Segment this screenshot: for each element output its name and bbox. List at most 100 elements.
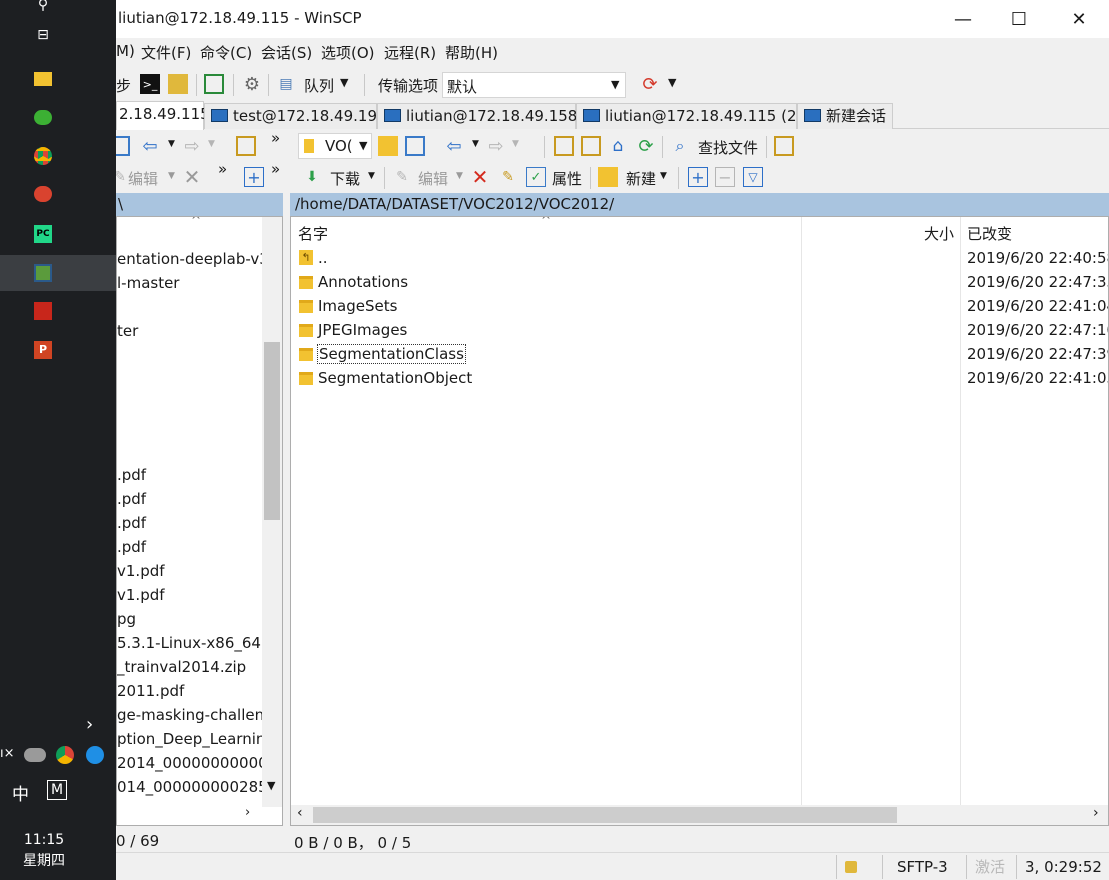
list-item[interactable]: v1.pdf bbox=[117, 583, 165, 607]
gear-icon[interactable]: ⚙ bbox=[242, 74, 262, 95]
local-file-panel[interactable]: ^ entation-deeplab-v3 l-master ter .pdf … bbox=[116, 216, 283, 826]
remote-file-panel[interactable]: 名字 ^ 大小 已改变 ↰ .. 2019/6/20 22:40:58 Anno… bbox=[290, 216, 1109, 826]
forward-icon[interactable]: ⇨ bbox=[486, 136, 506, 157]
select-all-icon[interactable]: + bbox=[688, 167, 708, 187]
transfer-settings-select[interactable]: 默认 ▼ bbox=[442, 72, 626, 98]
chevron-down-icon[interactable]: ▼ bbox=[208, 139, 215, 149]
new-button[interactable]: 新建 bbox=[626, 168, 656, 189]
onedrive-icon[interactable] bbox=[24, 748, 46, 762]
teamviewer-icon[interactable] bbox=[86, 746, 104, 764]
file-explorer-icon[interactable] bbox=[30, 66, 56, 92]
download-icon[interactable]: ⬇ bbox=[302, 167, 322, 187]
putty-icon[interactable] bbox=[168, 74, 188, 94]
left-path-bar[interactable]: \ bbox=[116, 193, 283, 216]
menu-item-truncated[interactable]: M) bbox=[116, 42, 135, 60]
unselect-icon[interactable]: − bbox=[715, 167, 735, 187]
rename-icon[interactable]: ✎ bbox=[498, 167, 518, 187]
ime-mode-indicator[interactable]: M bbox=[47, 780, 67, 800]
remote-dir-select[interactable]: VO( ▼ bbox=[298, 133, 372, 159]
list-item[interactable]: ter bbox=[117, 319, 138, 343]
chevron-down-icon[interactable]: ▼ bbox=[660, 171, 667, 181]
list-item[interactable]: ption_Deep_Learnin bbox=[117, 727, 265, 751]
list-item[interactable]: 5.3.1-Linux-x86_64.s bbox=[117, 631, 274, 655]
horizontal-scrollbar[interactable]: ‹ › bbox=[291, 805, 1108, 825]
task-view-icon[interactable]: ⊟ bbox=[30, 22, 56, 48]
list-item[interactable]: ge-masking-challeng bbox=[117, 703, 274, 727]
menu-item-file[interactable]: 文件(F) bbox=[141, 42, 191, 63]
minimize-button[interactable]: — bbox=[934, 0, 992, 38]
menu-item-help[interactable]: 帮助(H) bbox=[445, 42, 498, 63]
menu-item-remote[interactable]: 远程(R) bbox=[384, 42, 436, 63]
scroll-left-icon[interactable]: ‹ bbox=[297, 805, 303, 821]
parent-dir-icon[interactable] bbox=[554, 136, 574, 156]
list-item[interactable]: .pdf bbox=[117, 511, 146, 535]
properties-button[interactable]: 属性 bbox=[552, 168, 582, 189]
find-files-button[interactable]: 查找文件 bbox=[698, 137, 758, 158]
chevron-down-icon[interactable]: ▼ bbox=[472, 139, 479, 149]
chevron-right-icon[interactable]: › bbox=[86, 714, 93, 735]
search-icon[interactable]: ⚲ bbox=[30, 0, 56, 18]
ime-indicator[interactable]: 中 bbox=[12, 780, 29, 805]
new-folder-icon[interactable] bbox=[598, 167, 618, 187]
left-parent-dir-icon[interactable] bbox=[236, 136, 256, 156]
chevron-down-icon[interactable]: ▼ bbox=[340, 76, 348, 89]
list-item[interactable]: v1.pdf bbox=[117, 559, 165, 583]
list-item[interactable]: entation-deeplab-v3 bbox=[117, 247, 269, 271]
queue-button[interactable]: 队列 bbox=[304, 75, 334, 96]
horizontal-scroll-thumb[interactable] bbox=[313, 807, 897, 823]
protocol-indicator[interactable]: SFTP-3 bbox=[882, 855, 966, 879]
chrome-tray-icon[interactable] bbox=[56, 746, 74, 764]
scroll-right-icon[interactable]: › bbox=[245, 805, 250, 820]
list-item[interactable]: .pdf bbox=[117, 487, 146, 511]
filter-icon[interactable] bbox=[405, 136, 425, 156]
left-edit-button[interactable]: 编辑 bbox=[128, 168, 158, 189]
left-toolbar-overflow-3[interactable]: » bbox=[271, 160, 280, 178]
remote-path-bar[interactable]: /home/DATA/DATASET/VOC2012/VOC2012/ bbox=[290, 193, 1109, 216]
terminal-icon[interactable]: >_ bbox=[140, 74, 160, 94]
title-bar[interactable]: liutian@172.18.49.115 - WinSCP — ☐ ✕ bbox=[116, 0, 1109, 38]
network-icon[interactable]: ı× bbox=[0, 746, 15, 761]
winscp-icon[interactable] bbox=[30, 260, 56, 286]
acrobat-icon[interactable] bbox=[30, 298, 56, 324]
tree-view-icon[interactable] bbox=[774, 136, 794, 156]
tab-session-115[interactable]: 2.18.49.115 bbox=[116, 101, 210, 130]
find-files-icon[interactable]: ⌕ bbox=[670, 136, 690, 156]
left-toolbar-overflow[interactable]: » bbox=[271, 129, 280, 147]
properties-icon[interactable]: ✓ bbox=[526, 167, 546, 187]
list-item[interactable]: .pdf bbox=[117, 535, 146, 559]
edit-icon[interactable]: ✎ bbox=[392, 167, 412, 187]
list-item[interactable]: 014_000000000285.j bbox=[117, 775, 277, 799]
taskbar-clock[interactable]: 11:15 星期四 bbox=[0, 830, 88, 872]
left-forward-icon[interactable]: ⇨ bbox=[182, 136, 202, 157]
chevron-down-icon[interactable]: ▼ bbox=[668, 76, 676, 89]
scroll-right-icon[interactable]: › bbox=[1093, 805, 1099, 821]
refresh-icon[interactable]: ⟳ bbox=[636, 136, 656, 157]
list-item[interactable]: _trainval2014.zip bbox=[117, 655, 246, 679]
menu-item-session[interactable]: 会话(S) bbox=[261, 42, 312, 63]
tab-session-test-19[interactable]: test@172.18.49.19 bbox=[204, 103, 377, 129]
column-header-name[interactable]: 名字 bbox=[298, 217, 328, 247]
download-button[interactable]: 下载 bbox=[330, 168, 360, 189]
chevron-down-icon[interactable]: ▼ bbox=[456, 171, 463, 181]
list-item[interactable]: l-master bbox=[117, 271, 179, 295]
pycharm-icon[interactable]: PC bbox=[30, 221, 56, 247]
maximize-button[interactable]: ☐ bbox=[990, 0, 1048, 38]
menu-item-command[interactable]: 命令(C) bbox=[200, 42, 252, 63]
column-header-size[interactable]: 大小 bbox=[924, 217, 954, 247]
synchronize-label[interactable]: 步 bbox=[116, 75, 131, 96]
tab-session-158[interactable]: liutian@172.18.49.158 bbox=[377, 103, 577, 129]
left-toolbar-overflow-2[interactable]: » bbox=[218, 160, 227, 178]
menu-item-options[interactable]: 选项(O) bbox=[321, 42, 375, 63]
list-item[interactable]: 2014_00000000000 bbox=[117, 751, 268, 775]
filter-select-icon[interactable]: ▽ bbox=[743, 167, 763, 187]
chevron-down-icon[interactable]: ▼ bbox=[512, 139, 519, 149]
left-delete-icon[interactable]: ✕ bbox=[182, 165, 202, 189]
delete-icon[interactable]: ✕ bbox=[470, 165, 490, 189]
back-icon[interactable]: ⇦ bbox=[444, 136, 464, 157]
reconnect-icon[interactable]: ⟳ bbox=[640, 74, 660, 95]
tab-session-115-2[interactable]: liutian@172.18.49.115 (2) bbox=[576, 103, 802, 129]
left-scroll-thumb[interactable] bbox=[264, 342, 280, 520]
left-back-icon[interactable]: ⇦ bbox=[140, 136, 160, 157]
list-item[interactable]: pg bbox=[117, 607, 136, 631]
open-folder-icon[interactable] bbox=[378, 136, 398, 156]
